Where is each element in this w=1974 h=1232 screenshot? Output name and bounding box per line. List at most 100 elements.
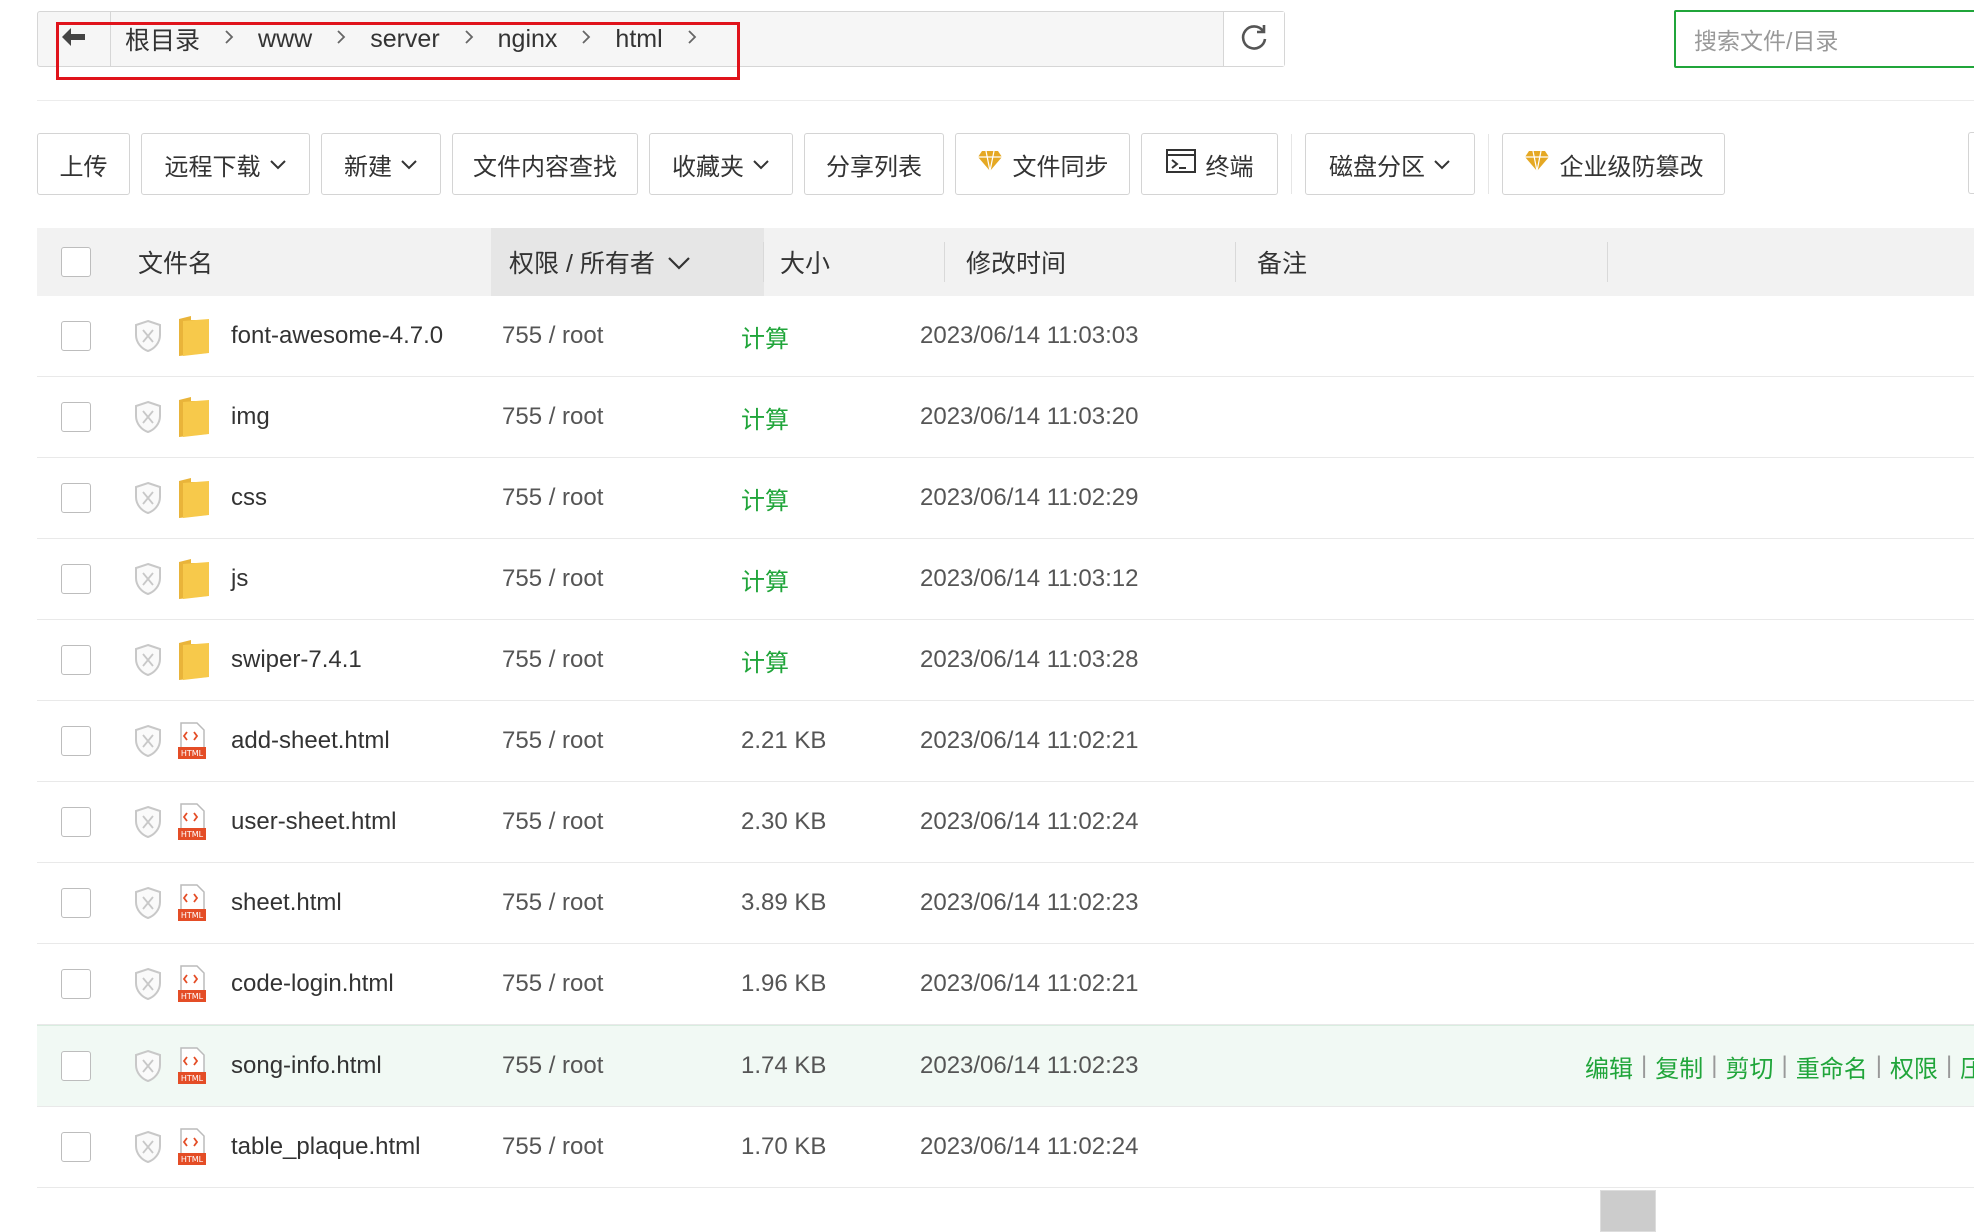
shield-icon[interactable] [133,701,163,781]
file-name[interactable]: swiper-7.4.1 [231,620,362,700]
row-action-link[interactable]: 编辑 [1585,1049,1633,1084]
file-permission[interactable]: 755 / root [502,1107,603,1187]
row-checkbox[interactable] [61,726,91,756]
row-action-link[interactable]: 权限 [1890,1049,1938,1084]
shield-icon[interactable] [133,782,163,862]
row-action-link[interactable]: 剪切 [1725,1049,1773,1084]
html-file-icon: HTML [177,782,207,862]
file-size: 1.74 KB [741,1052,827,1079]
favorites-label: 收藏夹 [672,153,744,181]
calc-size-link[interactable]: 计算 [741,458,789,538]
row-checkbox[interactable] [61,1051,91,1081]
row-select-cell [61,701,91,781]
more-toolbar-button[interactable] [1968,132,1974,194]
toolbar: 上传 远程下载 新建 文件内容查找 收藏夹 分享列表 文件同步 终端 磁盘分区 … [37,132,1736,196]
header-size[interactable]: 大小 [764,228,945,296]
table-row[interactable]: HTML table_plaque.html 755 / root 1.70 KB 20… [37,1107,1974,1188]
table-row[interactable]: HTML code-login.html 755 / root 1.96 KB 2023… [37,944,1974,1025]
row-checkbox[interactable] [61,888,91,918]
file-permission[interactable]: 755 / root [502,701,603,781]
file-permission[interactable]: 755 / root [502,620,603,700]
svg-text:HTML: HTML [181,1155,204,1164]
row-checkbox[interactable] [61,645,91,675]
terminal-button[interactable]: 终端 [1141,133,1278,195]
shield-icon[interactable] [133,296,163,376]
file-permission[interactable]: 755 / root [502,782,603,862]
table-row[interactable]: HTML song-info.html 755 / root 1.74 KB 2023/… [37,1025,1974,1107]
row-select-cell [61,377,91,457]
row-checkbox[interactable] [61,807,91,837]
file-name[interactable]: font-awesome-4.7.0 [231,296,443,376]
file-permission[interactable]: 755 / root [502,863,603,943]
shield-icon[interactable] [133,1107,163,1187]
shield-icon[interactable] [133,539,163,619]
file-permission[interactable]: 755 / root [502,1026,603,1106]
calc-size-link[interactable]: 计算 [741,296,789,376]
file-name[interactable]: js [231,539,248,619]
table-row[interactable]: swiper-7.4.1 755 / root 计算 2023/06/14 11:03… [37,620,1974,701]
calc-size-link[interactable]: 计算 [741,377,789,457]
page-current[interactable] [1600,1190,1656,1232]
row-action-link[interactable]: 重命名 [1796,1049,1868,1084]
table-row[interactable]: font-awesome-4.7.0 755 / root 计算 2023/06/14… [37,296,1974,377]
calc-size-link[interactable]: 计算 [741,539,789,619]
file-name[interactable]: user-sheet.html [231,782,396,862]
file-name[interactable]: css [231,458,267,538]
action-separator: | [1945,1052,1953,1079]
share-list-button[interactable]: 分享列表 [804,133,944,195]
table-row[interactable]: img 755 / root 计算 2023/06/14 11:03:20 [37,377,1974,458]
table-row[interactable]: HTML sheet.html 755 / root 3.89 KB 2023/06/1… [37,863,1974,944]
file-permission[interactable]: 755 / root [502,944,603,1024]
upload-label: 上传 [59,153,108,181]
header-note: 备注 [1236,228,1608,296]
file-name[interactable]: song-info.html [231,1026,382,1106]
file-permission[interactable]: 755 / root [502,377,603,457]
file-name[interactable]: table_plaque.html [231,1107,420,1187]
file-name[interactable]: sheet.html [231,863,342,943]
remote-download-button[interactable]: 远程下载 [141,133,310,195]
shield-icon[interactable] [133,377,163,457]
row-action-link[interactable]: 复制 [1655,1049,1703,1084]
calc-size-link[interactable]: 计算 [741,620,789,700]
shield-icon[interactable] [133,863,163,943]
table-row[interactable]: HTML user-sheet.html 755 / root 2.30 KB 2023… [37,782,1974,863]
content-search-button[interactable]: 文件内容查找 [452,133,638,195]
shield-icon[interactable] [133,944,163,1024]
shield-icon[interactable] [133,1026,163,1106]
row-checkbox[interactable] [61,402,91,432]
row-action-link[interactable]: 压 [1960,1049,1974,1084]
enterprise-tamper-button[interactable]: 企业级防篡改 [1502,133,1725,195]
search-input[interactable]: 搜索文件/目录 [1674,10,1974,68]
header-mtime[interactable]: 修改时间 [945,228,1236,296]
file-permission[interactable]: 755 / root [502,458,603,538]
select-all-checkbox[interactable] [61,247,91,277]
table-row[interactable]: js 755 / root 计算 2023/06/14 11:03:12 [37,539,1974,620]
header-size-label: 大小 [780,250,831,278]
row-checkbox[interactable] [61,483,91,513]
favorites-button[interactable]: 收藏夹 [649,133,793,195]
table-row[interactable]: css 755 / root 计算 2023/06/14 11:02:29 [37,458,1974,539]
disk-partition-button[interactable]: 磁盘分区 [1305,133,1475,195]
header-name[interactable]: 文件名 [138,228,528,296]
file-permission[interactable]: 755 / root [502,296,603,376]
row-checkbox[interactable] [61,969,91,999]
table-body: font-awesome-4.7.0 755 / root 计算 2023/06/14… [37,296,1974,1188]
file-sync-button[interactable]: 文件同步 [955,133,1130,195]
file-permission[interactable]: 755 / root [502,539,603,619]
refresh-button[interactable] [1223,12,1284,66]
new-button[interactable]: 新建 [321,133,441,195]
header-permission[interactable]: 权限 / 所有者 [491,228,764,296]
upload-button[interactable]: 上传 [37,133,130,195]
shield-icon[interactable] [133,458,163,538]
row-checkbox[interactable] [61,564,91,594]
svg-text:HTML: HTML [181,1074,204,1083]
row-select-cell [61,539,91,619]
shield-icon[interactable] [133,620,163,700]
file-name[interactable]: img [231,377,270,457]
table-row[interactable]: HTML add-sheet.html 755 / root 2.21 KB 2023/… [37,701,1974,782]
row-checkbox[interactable] [61,1132,91,1162]
file-size: 2.21 KB [741,727,827,754]
file-name[interactable]: add-sheet.html [231,701,390,781]
row-checkbox[interactable] [61,321,91,351]
file-name[interactable]: code-login.html [231,944,394,1024]
